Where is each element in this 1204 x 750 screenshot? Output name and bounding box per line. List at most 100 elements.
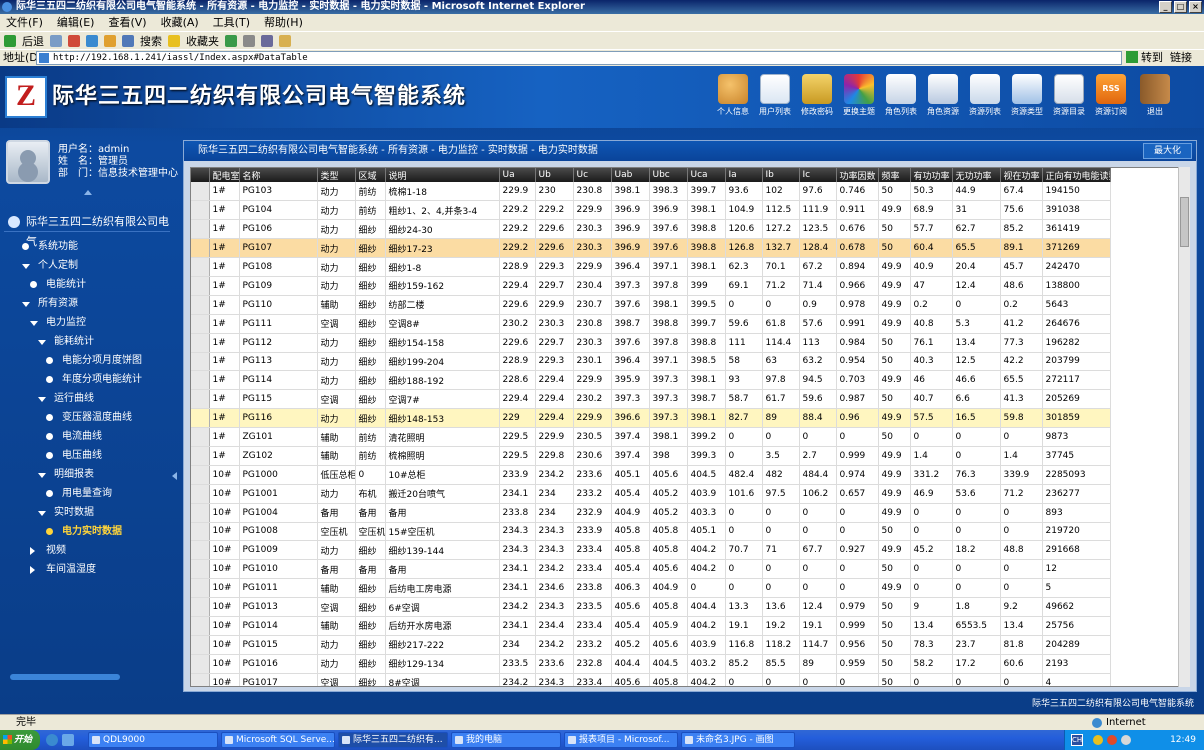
tree-item-detail-report[interactable]: 明细报表 bbox=[38, 466, 94, 484]
table-row[interactable]: 1# ZG102 辅助 前纺 梳棉照明 229.5 229.8 230.6 397.4 398 39… bbox=[191, 446, 1111, 466]
column-header[interactable]: 有功功率 bbox=[910, 168, 953, 182]
row-selector[interactable] bbox=[191, 295, 210, 315]
desktop-quicklaunch-icon[interactable] bbox=[62, 734, 74, 746]
table-row[interactable]: 1# PG115 空调 细纱 空调7# 229.4 229.4 230.2 397.3 397.3… bbox=[191, 389, 1111, 410]
table-row[interactable]: 10# PG1000 低压总柜 0 10#总柜 233.9 234.2 233.6 405.1 4… bbox=[191, 465, 1111, 485]
row-selector[interactable] bbox=[191, 314, 210, 334]
menu-tools[interactable]: 工具(T) bbox=[213, 14, 250, 31]
tree-item-run-curves[interactable]: 运行曲线 bbox=[38, 390, 94, 408]
column-header[interactable]: 频率 bbox=[878, 168, 911, 182]
logout-button[interactable]: 退出 bbox=[1134, 74, 1176, 117]
task-paint[interactable]: 未命名3.JPG - 画图 bbox=[681, 732, 795, 748]
row-selector[interactable] bbox=[191, 559, 210, 580]
row-selector[interactable] bbox=[191, 654, 210, 674]
change-theme-button[interactable]: 更换主题 bbox=[838, 74, 880, 117]
go-button[interactable]: 转到 bbox=[1141, 50, 1163, 66]
row-selector[interactable] bbox=[191, 408, 210, 429]
maximize-panel-button[interactable]: 最大化 bbox=[1142, 143, 1192, 159]
column-header[interactable]: 说明 bbox=[385, 168, 500, 182]
row-selector[interactable] bbox=[191, 578, 210, 599]
mail-icon[interactable] bbox=[243, 34, 255, 47]
tree-item-all-resources[interactable]: 所有资源 bbox=[22, 295, 78, 313]
column-header[interactable]: Ub bbox=[535, 168, 574, 182]
grid-vertical-scrollbar[interactable] bbox=[1178, 167, 1190, 687]
row-selector[interactable] bbox=[191, 219, 210, 240]
row-selector[interactable] bbox=[191, 616, 210, 636]
sidebar-scrollbar[interactable] bbox=[10, 674, 120, 680]
table-row[interactable]: 1# PG110 辅助 细纱 纺部二楼 229.6 229.9 230.7 397.6 398.1… bbox=[191, 295, 1111, 315]
task-report-project[interactable]: 报表项目 - Microsof... bbox=[564, 732, 678, 748]
back-arrow-icon[interactable] bbox=[4, 34, 16, 47]
row-selector[interactable] bbox=[191, 503, 210, 523]
table-row[interactable]: 10# PG1017 空调 细纱 8#空调 234.2 234.3 233.4 405.6 405… bbox=[191, 673, 1111, 686]
column-header[interactable]: Ua bbox=[499, 168, 536, 182]
column-header[interactable]: Ic bbox=[799, 168, 837, 182]
row-selector[interactable] bbox=[191, 635, 210, 655]
table-row[interactable]: 1# PG104 动力 前纺 粗纱1、2、4,并条3-4 229.2 229.2 229.9 3… bbox=[191, 200, 1111, 221]
collapse-up-icon[interactable] bbox=[84, 190, 92, 195]
collapse-left-icon[interactable] bbox=[172, 472, 177, 480]
address-input[interactable]: http://192.168.1.241/iassl/Index.aspx#Da… bbox=[36, 51, 1122, 65]
start-button[interactable]: 开始 bbox=[0, 730, 40, 750]
column-header[interactable]: 区域 bbox=[355, 168, 386, 182]
column-header[interactable]: Uc bbox=[573, 168, 612, 182]
change-password-button[interactable]: 修改密码 bbox=[796, 74, 838, 117]
tree-item-monthly-pie[interactable]: 电能分项月度饼图 bbox=[46, 352, 142, 370]
resource-subscribe-button[interactable]: RSS 资源订阅 bbox=[1090, 74, 1132, 117]
row-selector[interactable] bbox=[191, 257, 210, 277]
tree-item-workshop-humidity[interactable]: 车间温湿度 bbox=[30, 561, 96, 579]
role-resource-button[interactable]: 角色资源 bbox=[922, 74, 964, 117]
table-row[interactable]: 1# PG108 动力 细纱 细纱1-8 228.9 229.3 229.9 396.4 397.… bbox=[191, 257, 1111, 277]
tree-item-energy-stats[interactable]: 电能统计 bbox=[30, 276, 86, 294]
tree-item-annual-stats[interactable]: 年度分项电能统计 bbox=[46, 371, 142, 389]
menu-favorites[interactable]: 收藏(A) bbox=[161, 14, 199, 31]
table-row[interactable]: 1# PG111 空调 细纱 空调8# 230.2 230.3 230.8 398.7 398.8… bbox=[191, 314, 1111, 334]
favorites-button[interactable]: 收藏夹 bbox=[186, 33, 219, 49]
table-row[interactable]: 1# PG109 动力 细纱 细纱159-162 229.4 229.7 230.4 397.3… bbox=[191, 276, 1111, 296]
task-sql-server[interactable]: Microsoft SQL Serve... bbox=[221, 732, 335, 748]
personal-info-button[interactable]: 个人信息 bbox=[712, 74, 754, 117]
user-list-button[interactable]: 用户列表 bbox=[754, 74, 796, 117]
favorites-star-icon[interactable] bbox=[168, 34, 180, 47]
stop-icon[interactable] bbox=[68, 34, 80, 47]
table-row[interactable]: 1# PG103 动力 前纺 梳棉1-18 229.9 230 230.8 398.1 398.3… bbox=[191, 182, 1111, 202]
row-selector[interactable] bbox=[191, 276, 210, 296]
column-header[interactable]: Ia bbox=[725, 168, 763, 182]
table-row[interactable]: 10# PG1004 备用 备用 备用 233.8 234 232.9 404.9 405.2 40… bbox=[191, 503, 1111, 523]
row-selector[interactable] bbox=[191, 182, 210, 202]
folder-icon[interactable] bbox=[279, 34, 291, 47]
task-ie-app[interactable]: 际华三五四二纺织有... bbox=[338, 732, 448, 748]
table-row[interactable]: 1# PG113 动力 细纱 细纱199-204 228.9 229.3 230.1 396.4… bbox=[191, 352, 1111, 372]
column-header[interactable]: Uca bbox=[687, 168, 726, 182]
table-row[interactable]: 10# PG1009 动力 细纱 细纱139-144 234.3 234.3 233.4 405… bbox=[191, 540, 1111, 561]
back-button[interactable]: 后退 bbox=[22, 33, 44, 49]
go-arrow-icon[interactable] bbox=[1126, 51, 1138, 63]
row-selector[interactable] bbox=[191, 352, 210, 372]
ie-quicklaunch-icon[interactable] bbox=[46, 734, 58, 746]
table-row[interactable]: 10# PG1016 动力 细纱 细纱129-134 233.5 233.6 232.8 404… bbox=[191, 654, 1111, 674]
row-selector[interactable] bbox=[191, 540, 210, 561]
column-header[interactable]: Ubc bbox=[649, 168, 688, 182]
table-row[interactable]: 10# PG1014 辅助 细纱 后纺开水房电源 234.1 234.4 233.4 405.4… bbox=[191, 616, 1111, 636]
tree-root[interactable]: 际华三五四二纺织有限公司电气 bbox=[4, 212, 170, 248]
print-icon[interactable] bbox=[261, 34, 273, 47]
table-row[interactable]: 10# PG1008 空压机 空压机 15#空压机 234.3 234.3 233.9 405.… bbox=[191, 522, 1111, 542]
forward-arrow-icon[interactable] bbox=[50, 34, 62, 47]
column-header[interactable]: 无功功率 bbox=[952, 168, 1001, 182]
search-icon[interactable] bbox=[122, 34, 134, 47]
refresh-icon[interactable] bbox=[86, 34, 98, 47]
resource-type-button[interactable]: 资源类型 bbox=[1006, 74, 1048, 117]
row-selector[interactable] bbox=[191, 200, 210, 221]
links-button[interactable]: 链接 bbox=[1170, 50, 1192, 66]
table-row[interactable]: 1# PG107 动力 细纱 细纱17-23 229.2 229.6 230.3 396.9 39… bbox=[191, 238, 1111, 259]
close-button[interactable]: × bbox=[1189, 1, 1202, 13]
column-header[interactable]: Uab bbox=[611, 168, 650, 182]
table-row[interactable]: 1# PG106 动力 细纱 细纱24-30 229.2 229.6 230.3 396.9 39… bbox=[191, 219, 1111, 240]
table-row[interactable]: 10# PG1013 空调 细纱 6#空调 234.2 234.3 233.5 405.6 405… bbox=[191, 597, 1111, 617]
column-header[interactable]: 正向有功电能读数 bbox=[1042, 168, 1111, 182]
tree-item-current-curve[interactable]: 电流曲线 bbox=[46, 428, 102, 446]
row-selector[interactable] bbox=[191, 522, 210, 542]
resource-directory-button[interactable]: 资源目录 bbox=[1048, 74, 1090, 117]
tree-item-realtime-data[interactable]: 实时数据 bbox=[38, 504, 94, 522]
column-header[interactable]: 功率因数 bbox=[836, 168, 879, 182]
